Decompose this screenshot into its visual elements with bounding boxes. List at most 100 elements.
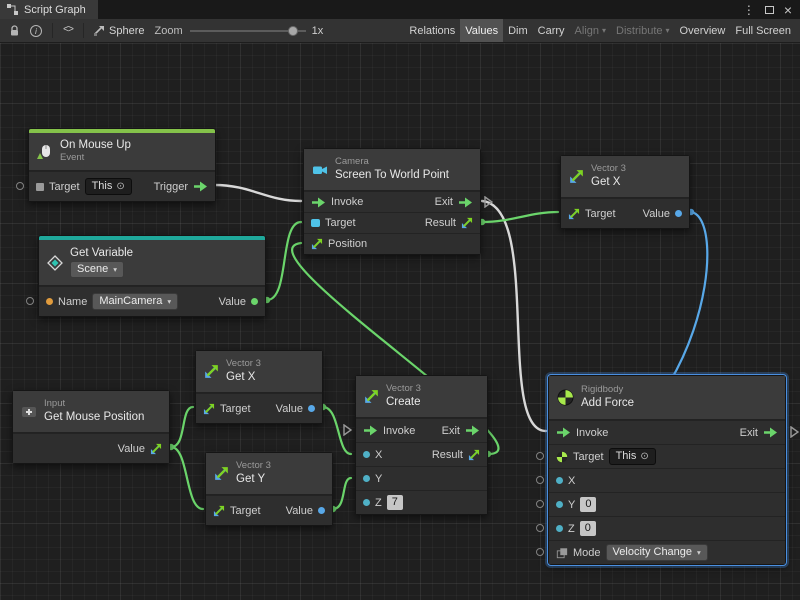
value-output-port[interactable]	[675, 210, 682, 217]
exit-flow-port[interactable]	[790, 426, 799, 438]
align-button[interactable]: Align▾	[570, 19, 611, 42]
node-get-x-top[interactable]: Vector 3 Get X Target Value	[560, 155, 690, 229]
float-port-icon[interactable]	[363, 475, 370, 482]
flow-arrow-icon[interactable]	[556, 427, 571, 438]
graph-canvas[interactable]: On Mouse Up Event Target This ⊙ Trigger	[0, 43, 800, 600]
zoom-slider[interactable]	[190, 24, 306, 38]
flow-arrow-icon[interactable]	[193, 181, 208, 192]
edit-source-button[interactable]: <>	[58, 19, 78, 42]
z-value-field[interactable]: 7	[387, 495, 403, 510]
vector3-port-icon[interactable]	[461, 217, 473, 229]
vector3-icon	[569, 169, 584, 184]
target-input-port[interactable]	[536, 452, 544, 460]
target-port-label: Target	[573, 451, 604, 463]
value-output-port[interactable]	[318, 507, 325, 514]
zoom-value: 1x	[312, 25, 324, 37]
flow-arrow-icon[interactable]	[311, 197, 326, 208]
invoke-flow-port[interactable]	[343, 424, 352, 436]
node-category: Camera	[335, 157, 449, 167]
node-row: Name MainCamera ▾ Value	[39, 286, 265, 316]
target-object-chip[interactable]: This ⊙	[85, 178, 132, 195]
target-object-chip[interactable]: This ⊙	[609, 448, 656, 465]
node-title: Get X	[591, 176, 626, 189]
flow-arrow-icon[interactable]	[458, 197, 473, 208]
close-icon[interactable]: ×	[784, 3, 792, 17]
vector3-port-icon[interactable]	[568, 208, 580, 220]
node-get-mouse-position[interactable]: Input Get Mouse Position Value	[12, 390, 170, 464]
float-port-icon[interactable]	[556, 477, 563, 484]
flow-arrow-icon[interactable]	[763, 427, 778, 438]
mode-input-port[interactable]	[536, 548, 544, 556]
vector3-port-icon[interactable]	[468, 449, 480, 461]
node-screen-to-world-point[interactable]: Camera Screen To World Point Invoke Exit…	[303, 148, 481, 255]
relations-button[interactable]: Relations	[404, 19, 460, 42]
target-port-label: Target	[585, 208, 616, 220]
overview-button[interactable]: Overview	[675, 19, 731, 42]
y-input-port[interactable]	[536, 500, 544, 508]
camera-type-icon[interactable]	[311, 219, 320, 227]
tab-title: Script Graph	[24, 4, 86, 16]
target-input-port[interactable]	[16, 182, 24, 190]
node-row: Invoke Exit	[356, 418, 487, 442]
vector3-port-icon[interactable]	[311, 238, 323, 250]
string-port-icon[interactable]	[46, 298, 53, 305]
inspect-button[interactable]: i	[25, 19, 47, 42]
toolbar-divider	[52, 23, 53, 38]
values-button[interactable]: Values	[460, 19, 503, 42]
node-row: Z 0	[549, 516, 785, 540]
tab-script-graph[interactable]: Script Graph	[0, 0, 98, 19]
node-title: Get X	[226, 371, 261, 384]
fullscreen-button[interactable]: Full Screen	[730, 19, 796, 42]
maximize-icon[interactable]	[765, 6, 774, 14]
enum-port-icon[interactable]	[556, 547, 568, 559]
vector3-port-icon[interactable]	[150, 443, 162, 455]
distribute-button[interactable]: Distribute▾	[611, 19, 674, 42]
node-get-variable[interactable]: Get Variable Scene ▾ Name MainCamera ▾ V…	[38, 235, 266, 317]
node-header: Vector 3 Create	[356, 376, 487, 418]
zoom-slider-handle[interactable]	[288, 26, 298, 36]
float-port-icon[interactable]	[556, 501, 563, 508]
vector3-icon	[204, 364, 219, 379]
rigidbody-port-icon[interactable]	[556, 451, 568, 463]
node-on-mouse-up[interactable]: On Mouse Up Event Target This ⊙ Trigger	[28, 128, 216, 202]
flow-arrow-icon[interactable]	[465, 425, 480, 436]
tabbar-fill	[98, 0, 743, 19]
z-value-field[interactable]: 0	[580, 521, 596, 536]
force-mode-dropdown[interactable]: Velocity Change ▾	[606, 544, 708, 561]
y-port-label: Y	[568, 499, 575, 511]
graph-context-label[interactable]: Sphere	[109, 25, 144, 37]
node-category: Input	[44, 399, 144, 409]
node-header: On Mouse Up Event	[29, 133, 215, 171]
node-row: Target This ⊙	[549, 444, 785, 468]
node-header: Input Get Mouse Position	[13, 391, 169, 433]
flow-arrow-icon[interactable]	[363, 425, 378, 436]
dim-button[interactable]: Dim	[503, 19, 533, 42]
node-get-x-mid[interactable]: Vector 3 Get X Target Value	[195, 350, 323, 424]
node-create-vector3[interactable]: Vector 3 Create Invoke Exit X Result	[355, 375, 488, 515]
vector3-icon	[214, 466, 229, 481]
value-port-label: Value	[276, 403, 303, 415]
y-value-field[interactable]: 0	[580, 497, 596, 512]
script-graph-icon	[6, 3, 19, 16]
carry-button[interactable]: Carry	[533, 19, 570, 42]
name-input-port[interactable]	[26, 297, 34, 305]
x-input-port[interactable]	[536, 476, 544, 484]
graph-context-icon	[93, 24, 106, 37]
lock-button[interactable]	[4, 19, 25, 42]
vector3-port-icon[interactable]	[213, 505, 225, 517]
float-port-icon[interactable]	[363, 499, 370, 506]
value-output-port[interactable]	[251, 298, 258, 305]
node-add-force[interactable]: Rigidbody Add Force Invoke Exit	[548, 375, 786, 565]
variable-name-dropdown[interactable]: MainCamera ▾	[92, 293, 178, 310]
float-port-icon[interactable]	[363, 451, 370, 458]
node-get-y[interactable]: Vector 3 Get Y Target Value	[205, 452, 333, 526]
z-input-port[interactable]	[536, 524, 544, 532]
node-header: Rigidbody Add Force	[549, 376, 785, 420]
variable-scope-dropdown[interactable]: Scene ▾	[70, 261, 124, 278]
exit-flow-port[interactable]	[484, 196, 493, 208]
float-port-icon[interactable]	[556, 525, 563, 532]
toolbar-divider	[83, 23, 84, 38]
vector3-port-icon[interactable]	[203, 403, 215, 415]
value-output-port[interactable]	[308, 405, 315, 412]
menu-icon[interactable]: ⋮	[743, 4, 755, 16]
